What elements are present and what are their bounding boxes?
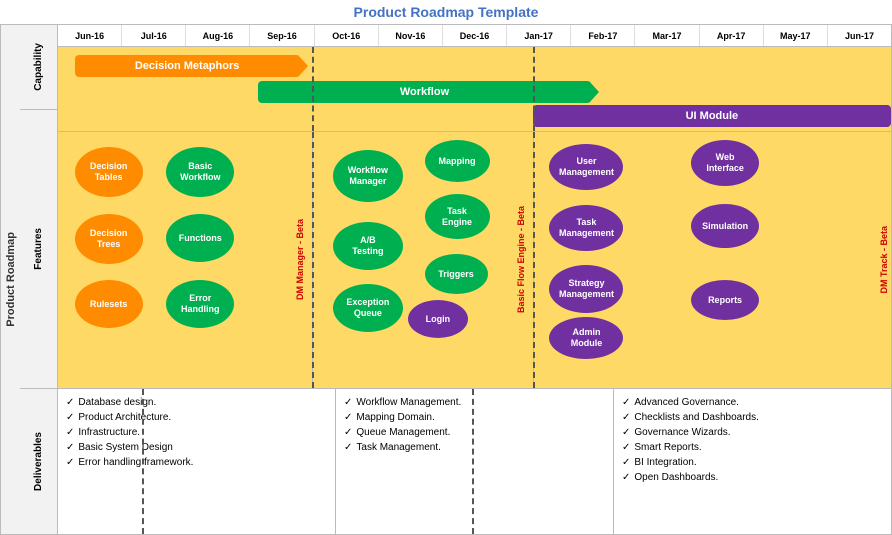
month-sep16: Sep-16 <box>250 25 314 46</box>
deliv-item: ✓ Smart Reports. <box>622 442 883 453</box>
functions-oval: Functions <box>166 214 234 262</box>
rulesets-oval: Rulesets <box>75 280 143 328</box>
deliv-item: ✓ Mapping Domain. <box>344 412 605 423</box>
deliverables-row: ✓ Database design. ✓ Product Architectur… <box>58 389 891 534</box>
deliv-item: ✓ Checklists and Dashboards. <box>622 412 883 423</box>
deliv-item: ✓ BI Integration. <box>622 457 883 468</box>
features-row: DecisionTables DecisionTrees Rulesets Ba… <box>58 132 891 389</box>
features-label: Features <box>20 110 57 389</box>
web-interface-oval: WebInterface <box>691 140 759 186</box>
simulation-oval: Simulation <box>691 204 759 248</box>
mapping-oval: Mapping <box>425 140 490 182</box>
ui-module-bar: UI Module <box>533 105 891 127</box>
deliv-item: ✓ Queue Management. <box>344 427 605 438</box>
month-jan17: Jan-17 <box>507 25 571 46</box>
product-roadmap-label: Product Roadmap <box>0 24 20 535</box>
month-dec16: Dec-16 <box>443 25 507 46</box>
month-oct16: Oct-16 <box>315 25 379 46</box>
deliv-item: ✓ Open Dashboards. <box>622 472 883 483</box>
dashed-line-sep16-cap <box>312 47 314 131</box>
error-handling-oval: ErrorHandling <box>166 280 234 328</box>
deliv-item: ✓ Task Management. <box>344 442 605 453</box>
triggers-oval: Triggers <box>425 254 488 294</box>
month-nov16: Nov-16 <box>379 25 443 46</box>
decision-metaphors-bar: Decision Metaphors <box>75 55 300 77</box>
dashed-line-sep16-feat <box>312 132 314 388</box>
month-aug16: Aug-16 <box>186 25 250 46</box>
month-jun16: Jun-16 <box>58 25 122 46</box>
basic-flow-engine-beta: Basic Flow Engine - Beta <box>516 152 526 368</box>
exception-queue-oval: ExceptionQueue <box>333 284 403 332</box>
deliv-item: ✓ Workflow Management. <box>344 397 605 408</box>
month-may17: May-17 <box>764 25 828 46</box>
dashed-line-jan17-cap <box>533 47 535 131</box>
month-mar17: Mar-17 <box>635 25 699 46</box>
page-container: Product Roadmap Template Product Roadmap… <box>0 0 892 535</box>
ab-testing-oval: A/BTesting <box>333 222 403 270</box>
capability-row: Decision Metaphors Workflow UI Module <box>58 47 891 132</box>
basic-workflow-oval: BasicWorkflow <box>166 147 234 197</box>
user-management-oval: UserManagement <box>549 144 623 190</box>
task-management-oval: TaskManagement <box>549 205 623 251</box>
row-labels: Capability Features Deliverables <box>20 24 58 535</box>
month-jul16: Jul-16 <box>122 25 186 46</box>
month-apr17: Apr-17 <box>700 25 764 46</box>
reports-oval: Reports <box>691 280 759 320</box>
month-header: Jun-16 Jul-16 Aug-16 Sep-16 Oct-16 Nov-1… <box>58 25 891 47</box>
login-oval: Login <box>408 300 468 338</box>
decision-tables-oval: DecisionTables <box>75 147 143 197</box>
content-area: Jun-16 Jul-16 Aug-16 Sep-16 Oct-16 Nov-1… <box>58 24 892 535</box>
deliverables-label: Deliverables <box>20 389 57 534</box>
page-title: Product Roadmap Template <box>0 0 892 24</box>
admin-module-oval: AdminModule <box>549 317 623 359</box>
capability-label: Capability <box>20 25 57 110</box>
strategy-management-oval: StrategyManagement <box>549 265 623 313</box>
month-feb17: Feb-17 <box>571 25 635 46</box>
dashed-line-jan17-feat <box>533 132 535 388</box>
workflow-bar: Workflow <box>258 81 591 103</box>
month-jun17: Jun-17 <box>828 25 891 46</box>
workflow-manager-oval: WorkflowManager <box>333 150 403 202</box>
dm-track-beta: DM Track - Beta <box>879 152 889 368</box>
decision-trees-oval: DecisionTrees <box>75 214 143 264</box>
deliverables-section-3: ✓ Advanced Governance. ✓ Checklists and … <box>614 389 891 534</box>
deliverables-section-2: ✓ Workflow Management. ✓ Mapping Domain.… <box>336 389 614 534</box>
deliv-item: ✓ Advanced Governance. <box>622 397 883 408</box>
dm-manager-beta: DM Manager - Beta <box>295 152 305 368</box>
deliverables-section-1: ✓ Database design. ✓ Product Architectur… <box>58 389 336 534</box>
deliv-item: ✓ Governance Wizards. <box>622 427 883 438</box>
task-engine-oval: TaskEngine <box>425 194 490 239</box>
